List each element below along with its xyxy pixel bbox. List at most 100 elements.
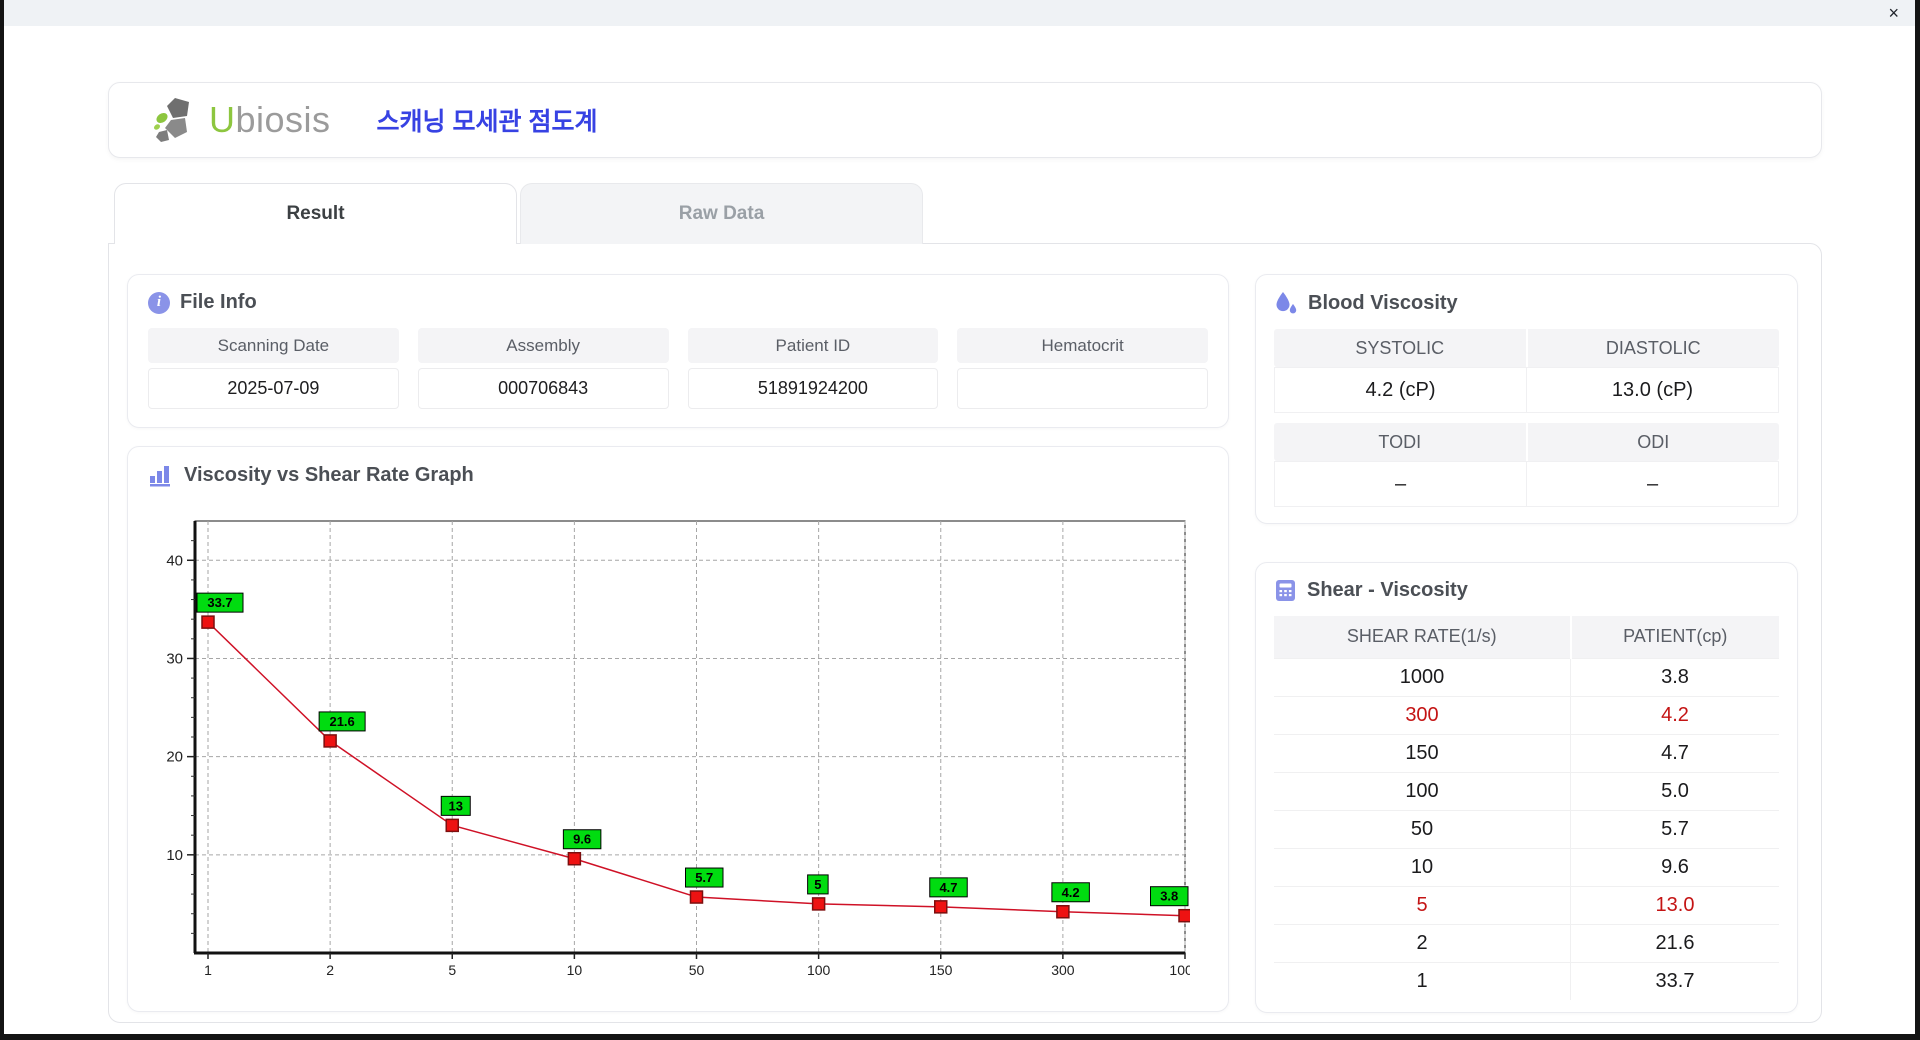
patient-value-cell: 33.7 <box>1570 961 1779 1000</box>
x-tick-label: 5 <box>448 962 456 978</box>
table-row: 5 13.0 <box>1274 885 1779 924</box>
y-tick-label: 30 <box>166 650 183 667</box>
table-row: 2 21.6 <box>1274 923 1779 962</box>
odi-value: – <box>1527 461 1779 507</box>
viscosity-chart: 10 20 30 40 1 2 5 10 50 100 150 300 1000 33.7 21.6 13 9.… <box>166 520 1201 978</box>
y-tick-label: 20 <box>166 749 183 766</box>
x-tick-label: 1 <box>204 962 212 978</box>
bv-value-row-1: 4.2 (cP) 13.0 (cP) <box>1274 367 1779 413</box>
tab-result[interactable]: Result <box>114 183 517 244</box>
calculator-icon <box>1276 580 1295 601</box>
ubiosis-logo-mark-icon <box>154 98 189 142</box>
data-point-marker <box>1056 905 1070 919</box>
file-info-field: Patient ID 51891924200 <box>687 328 939 409</box>
file-info-fields: Scanning Date 2025-07-09 Assembly 000706843… <box>148 328 1208 409</box>
shear-table-header-row: SHEAR RATE(1/s) PATIENT(cp) <box>1274 616 1779 658</box>
data-point-marker <box>689 890 704 904</box>
data-point-label: 3.8 <box>1160 889 1178 904</box>
data-point-label: 5.7 <box>695 870 713 885</box>
data-point-label: 13 <box>449 798 463 813</box>
graph-header: Viscosity vs Shear Rate Graph <box>148 463 1208 487</box>
data-point-label: 9.6 <box>573 832 591 847</box>
left-column: i File Info Scanning Date 2025-07-09 Assem… <box>127 274 1229 1012</box>
shear-viscosity-header: Shear - Viscosity <box>1274 579 1779 602</box>
patient-value-cell: 9.6 <box>1570 847 1779 886</box>
patient-value-cell: 3.8 <box>1570 657 1779 696</box>
x-tick-label: 50 <box>689 962 705 978</box>
x-tick-label: 300 <box>1051 962 1075 978</box>
close-icon[interactable]: × <box>1888 4 1899 22</box>
data-point-label: 4.2 <box>1062 885 1080 900</box>
field-label: Scanning Date <box>148 328 399 363</box>
patient-value-cell: 5.0 <box>1570 771 1779 810</box>
shear-rate-cell: 1000 <box>1274 657 1571 696</box>
ubiosis-logo: Ubiosis <box>153 96 331 144</box>
logo-letter-u: U <box>209 99 236 140</box>
blood-viscosity-panel: Blood Viscosity SYSTOLIC DIASTOLIC 4.2 (… <box>1255 274 1798 524</box>
tab-bar: Result Raw Data <box>114 183 1915 244</box>
table-row: 150 4.7 <box>1274 733 1779 772</box>
tab-raw-data[interactable]: Raw Data <box>520 183 923 244</box>
table-row: 10 9.6 <box>1274 847 1779 886</box>
data-point-label: 21.6 <box>329 714 354 729</box>
data-point-marker <box>567 851 582 866</box>
patient-value-cell: 13.0 <box>1570 885 1779 924</box>
diastolic-value: 13.0 (cP) <box>1527 367 1779 413</box>
info-icon: i <box>148 291 170 314</box>
shear-viscosity-table: SHEAR RATE(1/s) PATIENT(cp) 1000 3.8 300 4.… <box>1274 616 1779 1000</box>
right-column: Blood Viscosity SYSTOLIC DIASTOLIC 4.2 (… <box>1255 274 1798 1013</box>
blood-viscosity-title: Blood Viscosity <box>1308 291 1458 314</box>
data-point-marker <box>811 897 826 911</box>
shear-rate-cell: 150 <box>1274 733 1571 772</box>
shear-rate-cell: 300 <box>1274 695 1571 734</box>
shear-rate-cell: 2 <box>1274 923 1571 962</box>
data-point-marker <box>1178 908 1192 923</box>
field-label: Hematocrit <box>957 328 1208 363</box>
file-info-field: Assembly 000706843 <box>417 328 669 409</box>
data-point-marker <box>445 818 459 833</box>
header-card: Ubiosis 스캐닝 모세관 점도계 <box>108 82 1822 158</box>
shear-rate-cell: 1 <box>1274 961 1571 1000</box>
diastolic-label: DIASTOLIC <box>1605 337 1701 358</box>
main-area: Ubiosis 스캐닝 모세관 점도계 Result Raw Data i Fi… <box>4 26 1915 1034</box>
todi-value: – <box>1274 461 1527 507</box>
patient-value-cell: 4.2 <box>1570 695 1779 734</box>
todi-label: TODI <box>1274 423 1528 461</box>
file-info-header: i File Info <box>148 291 1208 314</box>
field-label: Assembly <box>417 328 669 363</box>
window-titlebar: × <box>4 0 1915 26</box>
data-point-marker <box>201 615 215 629</box>
x-tick-label: 2 <box>326 962 334 978</box>
bv-value-row-2: – – <box>1274 461 1779 507</box>
x-tick-label: 150 <box>929 962 953 978</box>
patient-value-cell: 5.7 <box>1570 809 1779 848</box>
field-value: 2025-07-09 <box>148 368 399 409</box>
bv-label-row-2: TODI ODI <box>1274 423 1779 461</box>
file-info-title: File Info <box>180 291 257 313</box>
table-row: 300 4.2 <box>1274 695 1779 734</box>
result-tab-panel: i File Info Scanning Date 2025-07-09 Assem… <box>108 243 1822 1023</box>
water-drops-icon <box>1276 292 1297 314</box>
shear-table-body: 1000 3.8 300 4.2 150 4.7 100 5.0 50 5.7 10 9.6 5 13.0… <box>1274 657 1779 1000</box>
shear-rate-column-header: SHEAR RATE(1/s) <box>1274 616 1572 658</box>
app-window: × Ubiosis 스캐닝 모세관 점도계 Result Raw Data i … <box>0 0 1920 1040</box>
x-tick-label: 100 <box>807 962 831 978</box>
shear-rate-cell: 50 <box>1274 809 1571 848</box>
y-tick-label: 10 <box>166 847 183 864</box>
patient-value-cell: 21.6 <box>1570 923 1779 962</box>
patient-value-cell: 4.7 <box>1570 733 1779 772</box>
patient-column-header: PATIENT(cp) <box>1570 616 1779 658</box>
graph-panel: Viscosity vs Shear Rate Graph 10 20 30 40 1 2… <box>127 446 1229 1012</box>
systolic-label: SYSTOLIC <box>1274 329 1528 367</box>
chart-wrap: 10 20 30 40 1 2 5 10 50 100 150 300 1000 33.7 21.6 13 9.… <box>150 501 1208 988</box>
data-point-marker <box>934 900 948 914</box>
shear-rate-cell: 100 <box>1274 771 1571 810</box>
bv-label-row-1: SYSTOLIC DIASTOLIC <box>1274 329 1779 367</box>
data-point-label: 4.7 <box>939 880 957 895</box>
file-info-field: Hematocrit <box>957 328 1208 409</box>
shear-rate-cell: 10 <box>1274 847 1571 886</box>
file-info-panel: i File Info Scanning Date 2025-07-09 Assem… <box>127 274 1229 428</box>
table-row: 100 5.0 <box>1274 771 1779 810</box>
table-row: 1000 3.8 <box>1274 657 1779 696</box>
graph-title: Viscosity vs Shear Rate Graph <box>184 463 474 486</box>
